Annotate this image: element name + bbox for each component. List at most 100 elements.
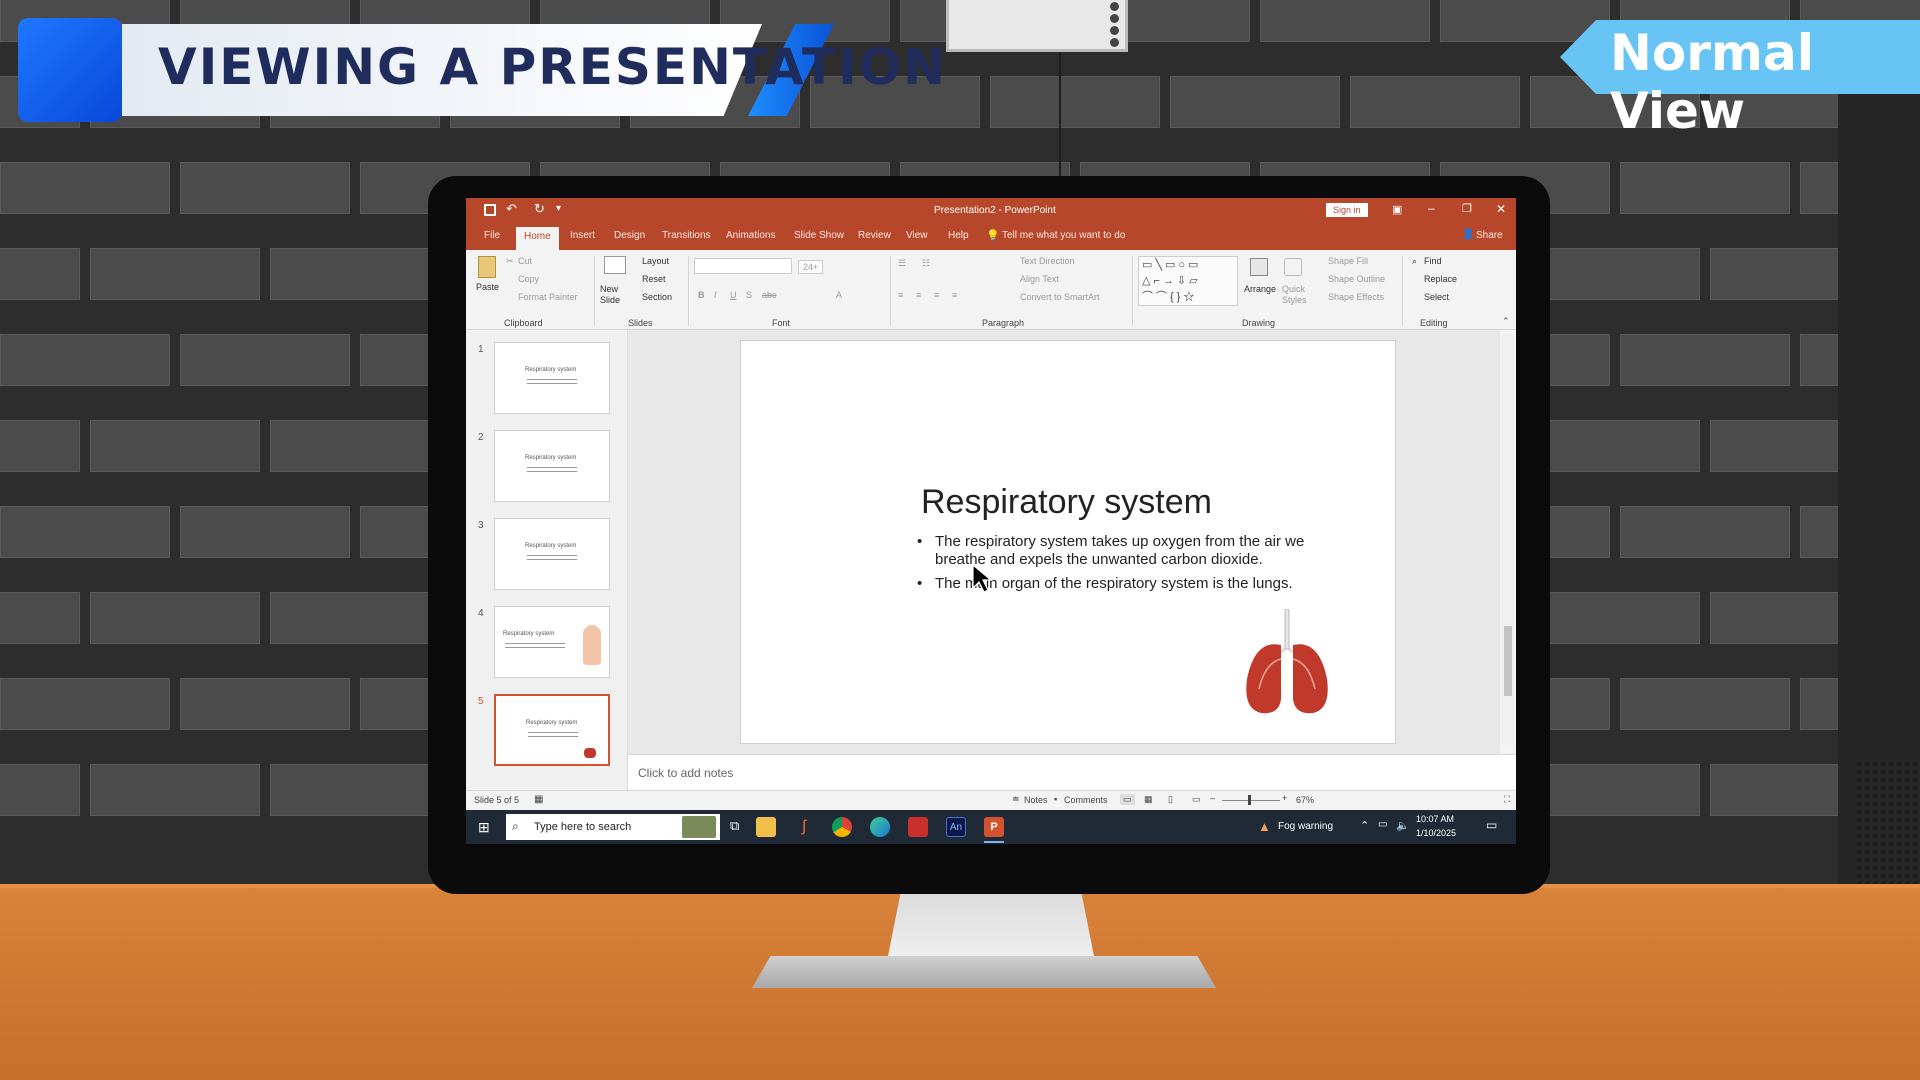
zoom-out-icon[interactable]: – [1210, 793, 1215, 803]
share-button[interactable]: Share [1476, 230, 1503, 241]
save-icon[interactable] [484, 204, 496, 216]
redo-icon[interactable]: ↻ [534, 201, 545, 217]
normal-view-icon[interactable]: ▭ [1120, 794, 1135, 805]
accessibility-icon[interactable]: ▦ [534, 794, 543, 805]
lungs-image[interactable] [1241, 609, 1333, 719]
tab-home[interactable]: Home [516, 227, 559, 250]
file-explorer-icon[interactable] [756, 817, 776, 837]
weather-status[interactable]: Fog warning [1278, 821, 1333, 832]
comments-button[interactable]: Comments [1064, 795, 1108, 805]
slide-sorter-icon[interactable]: ▦ [1144, 794, 1153, 805]
paste-icon[interactable] [478, 256, 496, 278]
sublime-icon[interactable]: ʃ [794, 817, 814, 837]
zoom-slider[interactable] [1222, 800, 1280, 801]
cut-button[interactable]: Cut [518, 256, 532, 266]
align-left-icon[interactable]: ≡ [898, 290, 903, 300]
customize-qat-icon[interactable]: ▾ [556, 203, 561, 214]
font-name-dropdown[interactable] [694, 258, 792, 274]
quick-styles-icon[interactable] [1284, 258, 1302, 276]
zoom-level[interactable]: 67% [1296, 795, 1314, 805]
underline-icon[interactable]: U [730, 290, 737, 300]
font-color-icon[interactable]: A [836, 290, 842, 300]
tab-insert[interactable]: Insert [570, 230, 595, 241]
font-size-dropdown[interactable]: 24+ [798, 260, 824, 274]
fit-to-window-icon[interactable]: ⛶ [1504, 794, 1510, 805]
replace-button[interactable]: Replace [1424, 274, 1457, 284]
zoom-in-icon[interactable]: + [1282, 793, 1287, 803]
slide-thumbnail-2[interactable]: Respiratory system [494, 430, 610, 502]
ribbon-display-icon[interactable]: ▣ [1392, 203, 1402, 216]
animate-icon[interactable]: An [946, 817, 966, 837]
reading-view-icon[interactable]: ▯ [1168, 794, 1173, 805]
network-icon[interactable]: ▭ [1378, 819, 1387, 830]
tell-me-search[interactable]: Tell me what you want to do [1002, 230, 1125, 241]
vertical-scrollbar[interactable] [1502, 334, 1514, 746]
clock-date[interactable]: 1/10/2025 [1416, 828, 1456, 838]
justify-icon[interactable]: ≡ [952, 290, 957, 300]
tab-transitions[interactable]: Transitions [662, 230, 711, 241]
new-slide-button[interactable]: New Slide [600, 284, 634, 306]
shape-effects-button[interactable]: Shape Effects [1328, 292, 1384, 302]
copy-button[interactable]: Copy [518, 274, 539, 284]
volume-icon[interactable]: 🔈 [1396, 819, 1410, 832]
strikethrough-icon[interactable]: abc [762, 290, 777, 300]
windows-start-icon[interactable]: ⊞ [478, 819, 490, 836]
slide-title[interactable]: Respiratory system [921, 483, 1212, 522]
layout-button[interactable]: Layout [642, 256, 669, 266]
tab-file[interactable]: File [484, 230, 500, 241]
notes-button[interactable]: Notes [1024, 795, 1048, 805]
current-slide[interactable]: Respiratory system The respiratory syste… [740, 340, 1396, 744]
edge-icon[interactable] [870, 817, 890, 837]
zoom-slider-handle[interactable] [1248, 795, 1251, 805]
slide-thumbnail-3[interactable]: Respiratory system [494, 518, 610, 590]
quick-styles-button[interactable]: Quick Styles [1282, 284, 1312, 306]
italic-icon[interactable]: I [714, 290, 717, 300]
numbering-icon[interactable]: ☷ [922, 258, 930, 269]
shapes-gallery[interactable]: ▭╲▭○▭ △⌐→⇩▱ ⌒⌒{}☆ [1138, 256, 1238, 306]
taskbar-search-box[interactable]: ⌕ Type here to search [506, 814, 720, 840]
slide-thumbnail-4[interactable]: Respiratory system [494, 606, 610, 678]
section-button[interactable]: Section [642, 292, 672, 302]
align-text-button[interactable]: Align Text [1020, 274, 1059, 284]
show-hidden-icons-icon[interactable]: ⌃ [1360, 819, 1369, 832]
reset-button[interactable]: Reset [642, 274, 666, 284]
task-view-icon[interactable]: ⧉ [730, 818, 739, 834]
tab-animations[interactable]: Animations [726, 230, 775, 241]
red-app-icon[interactable] [908, 817, 928, 837]
slide-thumbnail-5[interactable]: Respiratory system [494, 694, 610, 766]
find-button[interactable]: Find [1424, 256, 1442, 266]
collapse-ribbon-icon[interactable]: ⌃ [1502, 316, 1510, 327]
slide-show-icon[interactable]: ▭ [1192, 794, 1201, 805]
tab-help[interactable]: Help [948, 230, 969, 241]
text-direction-button[interactable]: Text Direction [1020, 256, 1075, 266]
scrollbar-thumb[interactable] [1504, 626, 1512, 696]
notes-pane[interactable]: Click to add notes [628, 754, 1516, 790]
tab-design[interactable]: Design [614, 230, 645, 241]
format-painter-button[interactable]: Format Painter [518, 292, 578, 302]
shape-outline-button[interactable]: Shape Outline [1328, 274, 1385, 284]
undo-icon[interactable]: ↶ [506, 201, 517, 217]
sign-in-button[interactable]: Sign in [1326, 203, 1368, 217]
align-right-icon[interactable]: ≡ [934, 290, 939, 300]
bullets-icon[interactable]: ☰ [898, 258, 906, 269]
restore-icon[interactable]: ❐ [1462, 202, 1472, 215]
align-center-icon[interactable]: ≡ [916, 290, 921, 300]
arrange-icon[interactable] [1250, 258, 1268, 276]
convert-smartart-button[interactable]: Convert to SmartArt [1020, 292, 1100, 302]
tab-review[interactable]: Review [858, 230, 891, 241]
chrome-icon[interactable] [832, 817, 852, 837]
slide-thumbnail-1[interactable]: Respiratory system [494, 342, 610, 414]
bold-icon[interactable]: B [698, 290, 705, 300]
shadow-icon[interactable]: S [746, 290, 752, 300]
tab-slide-show[interactable]: Slide Show [794, 230, 844, 241]
tab-view[interactable]: View [906, 230, 928, 241]
close-icon[interactable]: ✕ [1496, 202, 1506, 216]
powerpoint-icon[interactable]: P [984, 817, 1004, 837]
clock-time[interactable]: 10:07 AM [1416, 814, 1454, 824]
new-slide-icon[interactable] [604, 256, 626, 274]
shape-fill-button[interactable]: Shape Fill [1328, 256, 1368, 266]
notification-icon[interactable]: ▭ [1486, 818, 1497, 832]
paste-button[interactable]: Paste [476, 282, 499, 292]
select-button[interactable]: Select [1424, 292, 1449, 302]
arrange-button[interactable]: Arrange [1244, 284, 1276, 294]
